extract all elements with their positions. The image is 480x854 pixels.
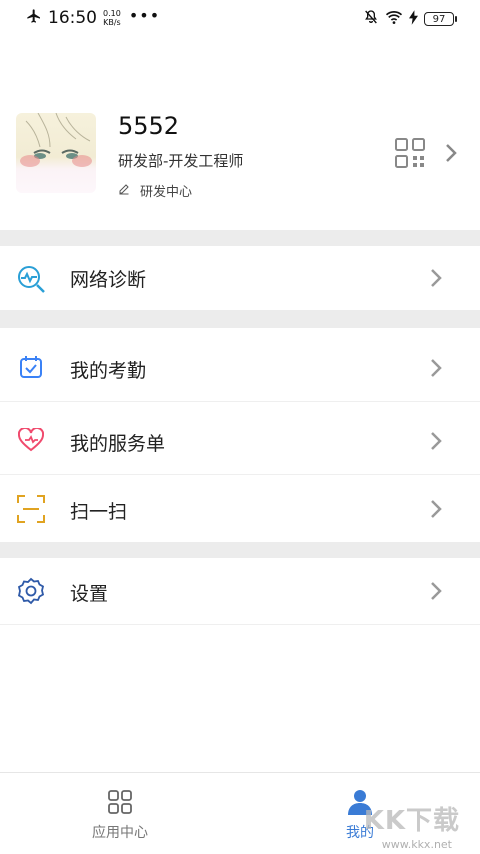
chevron-right-icon <box>430 268 442 292</box>
calendar-check-icon <box>19 355 43 383</box>
network-diagnosis-icon <box>16 264 46 298</box>
section-divider <box>0 230 480 246</box>
charging-icon <box>409 9 418 29</box>
network-speed-unit: KB/s <box>103 18 121 27</box>
more-notifications-icon: ••• <box>128 5 161 25</box>
watermark-url: www.kkx.net <box>381 838 452 851</box>
status-bar: 16:50 0.10 KB/s ••• 97 <box>0 0 480 38</box>
chevron-right-icon[interactable] <box>445 143 457 167</box>
qr-code-icon[interactable] <box>395 138 425 172</box>
menu-scan[interactable]: 扫一扫 <box>0 475 480 542</box>
status-time: 16:50 <box>48 8 97 28</box>
section-divider <box>0 310 480 328</box>
user-department: 研发部-开发工程师 <box>118 152 244 170</box>
row-divider <box>0 624 480 625</box>
battery-indicator: 97 <box>424 12 457 26</box>
mute-bell-icon <box>363 9 379 29</box>
chevron-right-icon <box>430 581 442 605</box>
tab-label: 应用中心 <box>92 825 148 841</box>
chevron-right-icon <box>430 358 442 382</box>
menu-label: 我的服务单 <box>70 433 166 455</box>
menu-label: 设置 <box>70 583 109 605</box>
menu-label: 网络诊断 <box>70 269 147 291</box>
menu-network-diagnosis[interactable]: 网络诊断 <box>0 246 480 310</box>
menu-label: 我的考勤 <box>70 360 147 382</box>
wifi-icon <box>385 9 403 29</box>
airplane-icon <box>26 8 42 28</box>
network-speed-value: 0.10 <box>103 9 121 18</box>
profile-header[interactable]: 5552 研发部-开发工程师 研发中心 <box>0 100 480 230</box>
chevron-right-icon <box>430 499 442 523</box>
gear-icon <box>17 577 45 609</box>
user-center: 研发中心 <box>140 185 193 200</box>
menu-my-attendance[interactable]: 我的考勤 <box>0 328 480 401</box>
edit-pencil-icon <box>118 183 130 199</box>
tab-app-center[interactable]: 应用中心 <box>80 789 160 842</box>
chevron-right-icon <box>430 431 442 455</box>
section-divider <box>0 542 480 558</box>
menu-label: 扫一扫 <box>70 501 128 523</box>
menu-settings[interactable]: 设置 <box>0 558 480 624</box>
grid-icon <box>107 790 133 819</box>
watermark-logo: KK下载 <box>363 806 460 836</box>
heart-icon <box>17 426 45 456</box>
network-speed: 0.10 KB/s <box>103 9 121 27</box>
menu-my-service-orders[interactable]: 我的服务单 <box>0 402 480 474</box>
user-center-row[interactable]: 研发中心 <box>118 181 192 200</box>
avatar[interactable] <box>16 113 96 193</box>
user-name: 5552 <box>118 112 180 140</box>
scan-icon <box>17 495 45 527</box>
